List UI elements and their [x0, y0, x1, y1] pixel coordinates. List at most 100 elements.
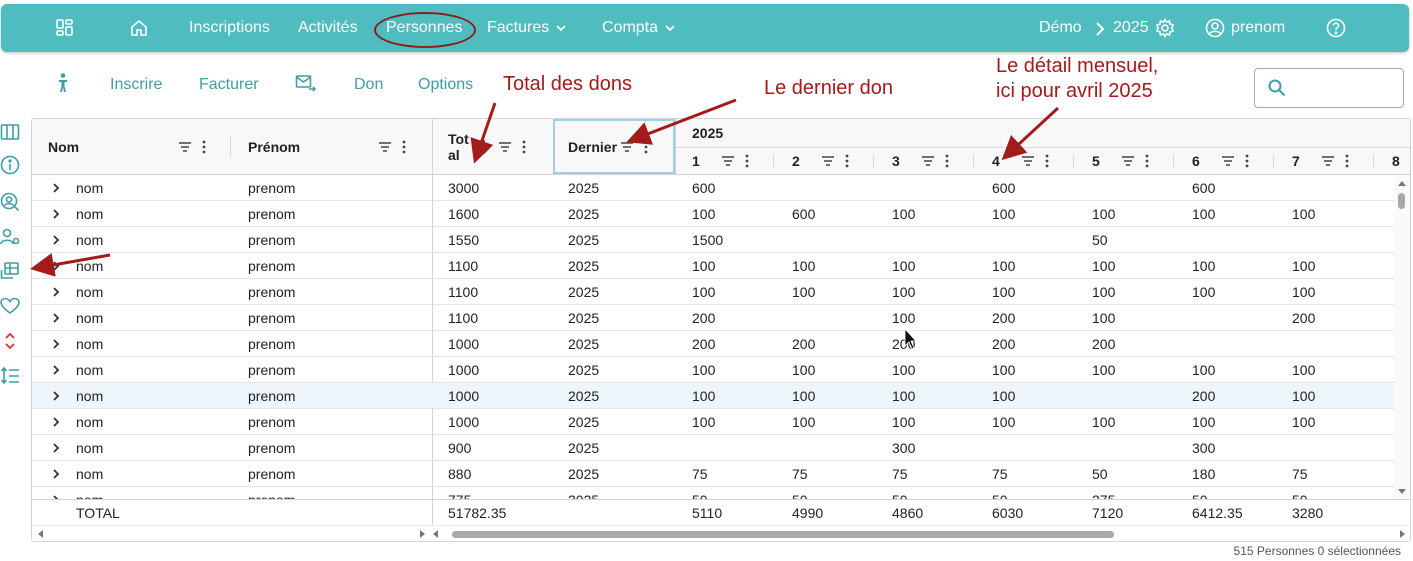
cell-total[interactable]: 1000	[448, 362, 479, 378]
header-separator[interactable]	[1073, 155, 1074, 167]
cell-month-3[interactable]: 75	[892, 466, 908, 482]
inscrire-button[interactable]: Inscrire	[110, 76, 162, 94]
cell-month-7[interactable]: 200	[1292, 310, 1315, 326]
cell-month-5[interactable]: 100	[1092, 284, 1115, 300]
cell-month-4[interactable]: 200	[992, 310, 1015, 326]
nav-factures[interactable]: Factures	[487, 19, 567, 37]
cell-prenom[interactable]: prenom	[248, 206, 295, 222]
cell-nom[interactable]: nom	[76, 232, 103, 248]
user-name[interactable]: prenom	[1231, 19, 1285, 37]
cell-month-1[interactable]: 50	[692, 492, 708, 499]
person-icon[interactable]	[52, 72, 74, 94]
cell-month-2[interactable]: 50	[792, 492, 808, 499]
nav-inscriptions[interactable]: Inscriptions	[189, 19, 270, 37]
org-name[interactable]: Démo	[1039, 19, 1082, 37]
header-month-1[interactable]: 1	[692, 153, 700, 169]
table-row[interactable]: nom prenom 1100 2025 100 100 100 100 100 100 100	[32, 279, 1394, 305]
cell-month-2[interactable]: 100	[792, 284, 815, 300]
cell-month-2[interactable]: 200	[792, 336, 815, 352]
table-row[interactable]: nom prenom 880 2025 75 75 75 75 50 180 75	[32, 461, 1394, 487]
total-header-icons[interactable]	[498, 139, 532, 155]
cell-total[interactable]: 1600	[448, 206, 479, 222]
cell-dernier[interactable]: 2025	[568, 440, 599, 456]
nom-header-icons[interactable]	[178, 139, 212, 155]
cell-nom[interactable]: nom	[76, 336, 103, 352]
cell-dernier[interactable]: 2025	[568, 336, 599, 352]
dashboard-icon[interactable]	[55, 18, 75, 38]
cell-month-7[interactable]: 100	[1292, 284, 1315, 300]
header-separator[interactable]	[1373, 155, 1374, 167]
vertical-scroll-thumb[interactable]	[1398, 193, 1405, 209]
sort-list-icon[interactable]	[0, 366, 20, 386]
cell-nom[interactable]: nom	[76, 414, 103, 430]
cell-prenom[interactable]: prenom	[248, 466, 295, 482]
search-box[interactable]	[1254, 68, 1404, 108]
cell-month-7[interactable]: 100	[1292, 206, 1315, 222]
cell-month-3[interactable]: 100	[892, 258, 915, 274]
cell-prenom[interactable]: prenom	[248, 362, 295, 378]
header-month-6[interactable]: 6	[1192, 153, 1200, 169]
cell-month-1[interactable]: 1500	[692, 232, 723, 248]
cell-month-5[interactable]: 100	[1092, 362, 1115, 378]
table-row[interactable]: nom prenom 1000 2025 200 200 200 200 200	[32, 331, 1394, 357]
cell-month-1[interactable]: 75	[692, 466, 708, 482]
cell-dernier[interactable]: 2025	[568, 310, 599, 326]
cell-month-3[interactable]: 100	[892, 206, 915, 222]
cell-prenom[interactable]: prenom	[248, 440, 295, 456]
table-row[interactable]: nom prenom 3000 2025 600 600 600	[32, 175, 1394, 201]
heart-icon[interactable]	[0, 296, 20, 316]
help-icon[interactable]	[1326, 18, 1346, 38]
cell-nom[interactable]: nom	[76, 180, 103, 196]
cell-month-1[interactable]: 100	[692, 258, 715, 274]
cell-month-3[interactable]: 100	[892, 284, 915, 300]
expand-row-icon[interactable]	[50, 364, 62, 376]
expand-row-icon[interactable]	[50, 390, 62, 402]
expand-row-icon[interactable]	[50, 338, 62, 350]
cell-total[interactable]: 3000	[448, 180, 479, 196]
month-6-header-icons[interactable]	[1221, 153, 1255, 169]
cell-month-3[interactable]: 50	[892, 492, 908, 499]
cell-month-6[interactable]: 180	[1192, 466, 1215, 482]
cell-month-7[interactable]: 75	[1292, 466, 1308, 482]
vertical-scrollbar[interactable]	[1394, 175, 1410, 499]
header-prenom[interactable]: Prénom	[248, 139, 300, 155]
cell-month-5[interactable]: 100	[1092, 206, 1115, 222]
cell-prenom[interactable]: prenom	[248, 258, 295, 274]
cell-month-4[interactable]: 100	[992, 284, 1015, 300]
cell-month-3[interactable]: 300	[892, 440, 915, 456]
expand-collapse-icon[interactable]	[0, 331, 20, 351]
cell-total[interactable]: 775	[448, 492, 471, 499]
month-3-header-icons[interactable]	[921, 153, 955, 169]
cell-month-6[interactable]: 50	[1192, 492, 1208, 499]
cell-month-1[interactable]: 100	[692, 206, 715, 222]
user-settings-icon[interactable]	[0, 227, 20, 247]
sort-down-icon[interactable]	[478, 139, 490, 155]
cell-nom[interactable]: nom	[76, 284, 103, 300]
header-separator[interactable]	[230, 135, 231, 157]
columns-icon[interactable]	[0, 122, 20, 142]
cell-dernier[interactable]: 2025	[568, 362, 599, 378]
table-row[interactable]: nom prenom 1100 2025 200 100 200 100 200	[32, 305, 1394, 331]
cell-month-4[interactable]: 75	[992, 466, 1008, 482]
table-row[interactable]: nom prenom 1550 2025 1500 50	[32, 227, 1394, 253]
cell-nom[interactable]: nom	[76, 206, 103, 222]
facturer-button[interactable]: Facturer	[199, 76, 259, 94]
cell-month-5[interactable]: 50	[1092, 466, 1108, 482]
cell-dernier[interactable]: 2025	[568, 414, 599, 430]
expand-row-icon[interactable]	[50, 312, 62, 324]
table-row[interactable]: nom prenom 900 2025 300 300	[32, 435, 1394, 461]
cell-total[interactable]: 1000	[448, 336, 479, 352]
header-separator[interactable]	[973, 155, 974, 167]
cell-month-5[interactable]: 100	[1092, 310, 1115, 326]
cell-month-4[interactable]: 100	[992, 414, 1015, 430]
cell-month-5[interactable]: 50	[1092, 232, 1108, 248]
cell-prenom[interactable]: prenom	[248, 492, 295, 499]
cell-total[interactable]: 1550	[448, 232, 479, 248]
cell-nom[interactable]: nom	[76, 388, 103, 404]
cell-month-7[interactable]: 100	[1292, 258, 1315, 274]
horizontal-scrollbar[interactable]	[32, 525, 1410, 541]
cell-month-2[interactable]: 75	[792, 466, 808, 482]
cell-total[interactable]: 900	[448, 440, 471, 456]
expand-row-icon[interactable]	[50, 416, 62, 428]
header-nom[interactable]: Nom	[48, 139, 79, 155]
